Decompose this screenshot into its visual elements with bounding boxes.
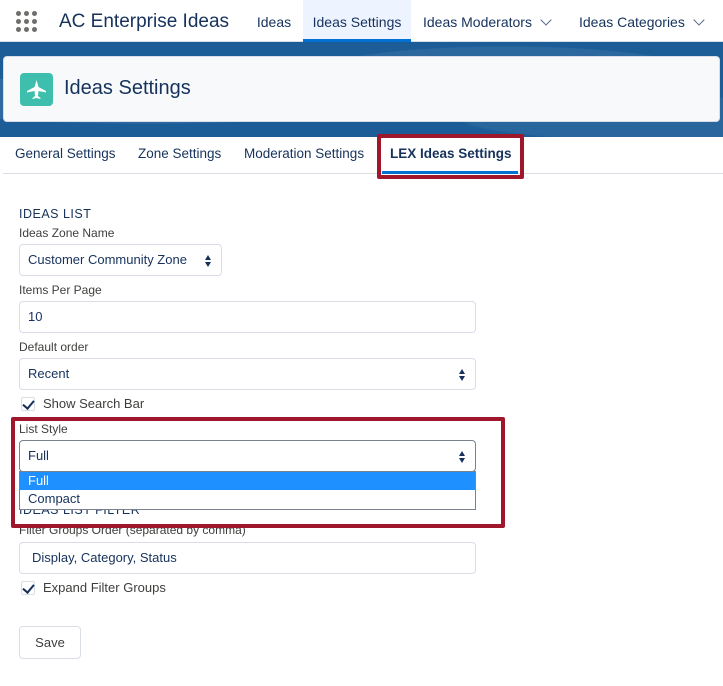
highlight-box-list-style <box>11 417 505 528</box>
items-per-page-label: Items Per Page <box>19 283 102 297</box>
expand-filter-groups-label: Expand Filter Groups <box>43 580 166 595</box>
nav-tab-label: Ideas Categories <box>579 14 685 30</box>
items-per-page-value: 10 <box>28 309 43 324</box>
zone-name-label: Ideas Zone Name <box>19 226 115 240</box>
settings-tabbar: General Settings Zone Settings Moderatio… <box>3 137 723 174</box>
nav-tab-ideas-categories[interactable]: Ideas Categories <box>579 0 705 42</box>
nav-tab-label: Ideas <box>256 14 292 30</box>
global-navigation: AC Enterprise Ideas Ideas Ideas Settings… <box>0 0 723 42</box>
default-order-label: Default order <box>19 340 89 354</box>
chevron-down-icon[interactable] <box>540 14 552 26</box>
nav-tab-ideas-moderators[interactable]: Ideas Moderators <box>423 0 552 42</box>
show-search-bar-checkbox[interactable] <box>21 397 35 411</box>
expand-filter-groups-checkbox[interactable] <box>21 581 35 595</box>
nav-tab-label: Ideas Settings <box>312 14 402 30</box>
zone-name-value: Customer Community Zone <box>28 252 187 267</box>
select-arrows-icon <box>459 368 467 382</box>
chevron-down-icon[interactable] <box>693 14 705 26</box>
show-search-bar-label: Show Search Bar <box>43 396 145 411</box>
app-launcher-icon[interactable] <box>16 11 38 33</box>
lightbulb-icon <box>20 73 53 106</box>
section-title-ideas-list: IDEAS LIST <box>19 207 92 221</box>
highlight-box-lex-tab <box>377 134 524 179</box>
zone-name-select[interactable]: Customer Community Zone <box>19 244 222 276</box>
items-per-page-input[interactable]: 10 <box>19 301 476 333</box>
save-button[interactable]: Save <box>19 626 81 659</box>
nav-tab-ideas-settings[interactable]: Ideas Settings <box>303 0 411 42</box>
page-title: Ideas Settings <box>64 77 191 99</box>
default-order-value: Recent <box>28 366 70 381</box>
settings-card: General Settings Zone Settings Moderatio… <box>3 134 723 686</box>
app-name: AC Enterprise Ideas <box>59 11 230 32</box>
select-arrows-icon <box>205 254 213 268</box>
filter-groups-input[interactable]: Display, Category, Status <box>19 542 476 574</box>
default-order-select[interactable]: Recent <box>19 358 476 390</box>
tab-zone-settings[interactable]: Zone Settings <box>138 137 221 174</box>
tab-moderation-settings[interactable]: Moderation Settings <box>244 137 364 174</box>
tab-general-settings[interactable]: General Settings <box>15 137 116 174</box>
nav-tab-ideas[interactable]: Ideas <box>248 0 300 42</box>
page-header: Ideas Settings <box>3 56 720 122</box>
nav-tab-label: Ideas Moderators <box>423 14 532 30</box>
filter-groups-value: Display, Category, Status <box>32 550 177 565</box>
